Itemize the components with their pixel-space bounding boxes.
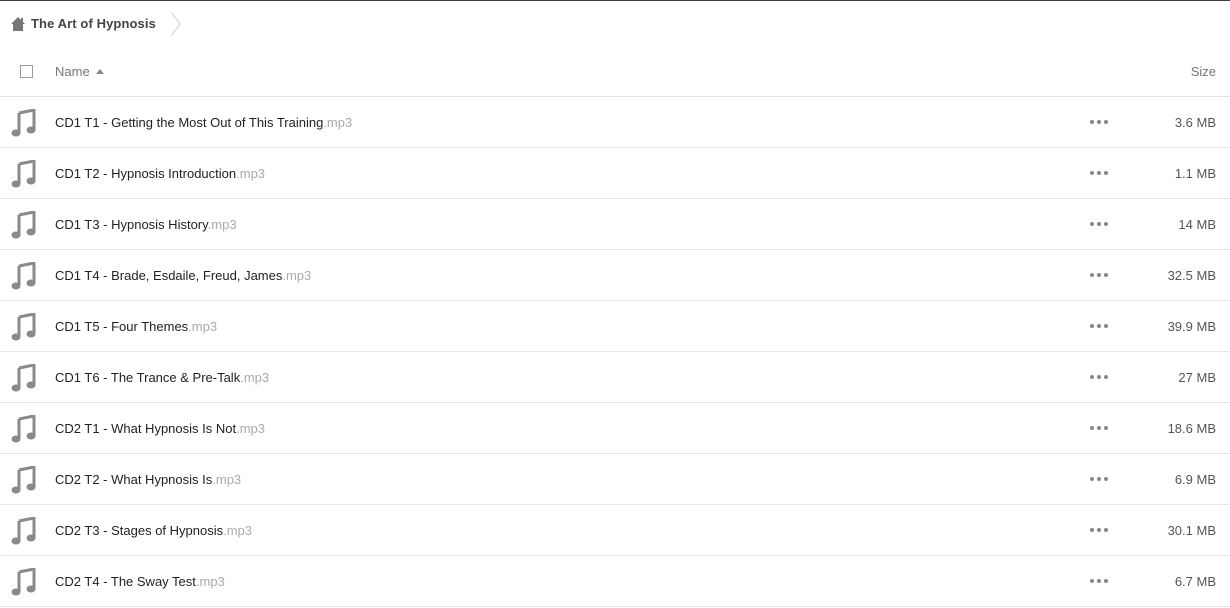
- file-name[interactable]: CD1 T6 - The Trance & Pre-Talk.mp3: [55, 370, 269, 385]
- file-size: 39.9 MB: [1167, 318, 1216, 334]
- file-name[interactable]: CD2 T4 - The Sway Test.mp3: [55, 574, 225, 589]
- file-name[interactable]: CD1 T5 - Four Themes.mp3: [55, 319, 217, 334]
- file-extension: .mp3: [323, 114, 353, 130]
- file-size: 6.9 MB: [1174, 471, 1216, 487]
- file-row[interactable]: CD1 T6 - The Trance & Pre-Talk.mp3 27 MB: [0, 352, 1230, 403]
- list-header: Name Size: [0, 46, 1230, 97]
- file-name[interactable]: CD2 T2 - What Hypnosis Is.mp3: [55, 472, 241, 487]
- breadcrumb: The Art of Hypnosis: [0, 1, 1230, 46]
- more-options-icon[interactable]: [1090, 270, 1108, 280]
- name-column-label: Name: [55, 63, 90, 79]
- more-options-icon[interactable]: [1090, 423, 1108, 433]
- file-size: 6.7 MB: [1174, 573, 1216, 589]
- file-size: 3.6 MB: [1174, 114, 1216, 130]
- music-note-icon: [11, 262, 36, 290]
- file-extension: .mp3: [240, 369, 270, 385]
- file-size: 27 MB: [1178, 369, 1216, 385]
- file-extension: .mp3: [282, 267, 312, 283]
- file-extension: .mp3: [236, 165, 266, 181]
- music-note-icon: [11, 211, 36, 239]
- file-extension: .mp3: [195, 573, 225, 589]
- file-size: 32.5 MB: [1167, 267, 1216, 283]
- music-note-icon: [11, 160, 36, 188]
- file-basename: CD2 T1 - What Hypnosis Is Not: [55, 420, 237, 436]
- file-size: 30.1 MB: [1167, 522, 1216, 538]
- music-note-icon: [11, 466, 36, 494]
- breadcrumb-folder[interactable]: The Art of Hypnosis: [31, 16, 156, 31]
- file-basename: CD1 T2 - Hypnosis Introduction: [55, 165, 237, 181]
- file-name[interactable]: CD2 T3 - Stages of Hypnosis.mp3: [55, 523, 252, 538]
- file-basename: CD1 T5 - Four Themes: [55, 318, 189, 334]
- file-name[interactable]: CD1 T3 - Hypnosis History.mp3: [55, 217, 237, 232]
- file-basename: CD2 T4 - The Sway Test: [55, 573, 196, 589]
- file-row[interactable]: CD1 T3 - Hypnosis History.mp3 14 MB: [0, 199, 1230, 250]
- file-size: 14 MB: [1178, 216, 1216, 232]
- file-name[interactable]: CD2 T1 - What Hypnosis Is Not.mp3: [55, 421, 265, 436]
- file-size: 18.6 MB: [1167, 420, 1216, 436]
- music-note-icon: [11, 415, 36, 443]
- file-extension: .mp3: [207, 216, 237, 232]
- more-options-icon[interactable]: [1090, 117, 1108, 127]
- more-options-icon[interactable]: [1090, 576, 1108, 586]
- file-row[interactable]: CD1 T2 - Hypnosis Introduction.mp3 1.1 MB: [0, 148, 1230, 199]
- name-column-header[interactable]: Name: [55, 64, 104, 79]
- sort-ascending-icon: [95, 68, 104, 74]
- file-basename: CD1 T1 - Getting the Most Out of This Tr…: [55, 114, 324, 130]
- file-extension: .mp3: [223, 522, 253, 538]
- more-options-icon[interactable]: [1090, 474, 1108, 484]
- file-row[interactable]: CD2 T2 - What Hypnosis Is.mp3 6.9 MB: [0, 454, 1230, 505]
- file-row[interactable]: CD2 T4 - The Sway Test.mp3 6.7 MB: [0, 556, 1230, 607]
- music-note-icon: [11, 517, 36, 545]
- more-options-icon[interactable]: [1090, 372, 1108, 382]
- file-row[interactable]: CD1 T4 - Brade, Esdaile, Freud, James.mp…: [0, 250, 1230, 301]
- more-options-icon[interactable]: [1090, 168, 1108, 178]
- more-options-icon[interactable]: [1090, 219, 1108, 229]
- file-basename: CD2 T3 - Stages of Hypnosis: [55, 522, 224, 538]
- select-all-checkbox[interactable]: [20, 65, 33, 78]
- music-note-icon: [11, 364, 36, 392]
- more-options-icon[interactable]: [1090, 321, 1108, 331]
- file-row[interactable]: CD1 T5 - Four Themes.mp3 39.9 MB: [0, 301, 1230, 352]
- file-name[interactable]: CD1 T4 - Brade, Esdaile, Freud, James.mp…: [55, 268, 311, 283]
- file-row[interactable]: CD2 T3 - Stages of Hypnosis.mp3 30.1 MB: [0, 505, 1230, 556]
- file-name[interactable]: CD1 T1 - Getting the Most Out of This Tr…: [55, 115, 352, 130]
- breadcrumb-chevron-icon: [170, 11, 181, 36]
- more-options-icon[interactable]: [1090, 525, 1108, 535]
- music-note-icon: [11, 313, 36, 341]
- file-row[interactable]: CD1 T1 - Getting the Most Out of This Tr…: [0, 97, 1230, 148]
- file-basename: CD2 T2 - What Hypnosis Is: [55, 471, 213, 487]
- file-name[interactable]: CD1 T2 - Hypnosis Introduction.mp3: [55, 166, 265, 181]
- file-row[interactable]: CD2 T1 - What Hypnosis Is Not.mp3 18.6 MB: [0, 403, 1230, 454]
- home-icon[interactable]: [10, 16, 26, 32]
- file-basename: CD1 T6 - The Trance & Pre-Talk: [55, 369, 241, 385]
- file-size: 1.1 MB: [1174, 165, 1216, 181]
- file-extension: .mp3: [188, 318, 218, 334]
- file-extension: .mp3: [236, 420, 265, 436]
- file-list: CD1 T1 - Getting the Most Out of This Tr…: [0, 97, 1230, 607]
- file-basename: CD1 T3 - Hypnosis History: [55, 216, 208, 232]
- music-note-icon: [11, 568, 36, 596]
- file-basename: CD1 T4 - Brade, Esdaile, Freud, James: [55, 267, 283, 283]
- file-extension: .mp3: [212, 471, 242, 487]
- size-column-header[interactable]: Size: [1191, 64, 1216, 79]
- music-note-icon: [11, 109, 36, 137]
